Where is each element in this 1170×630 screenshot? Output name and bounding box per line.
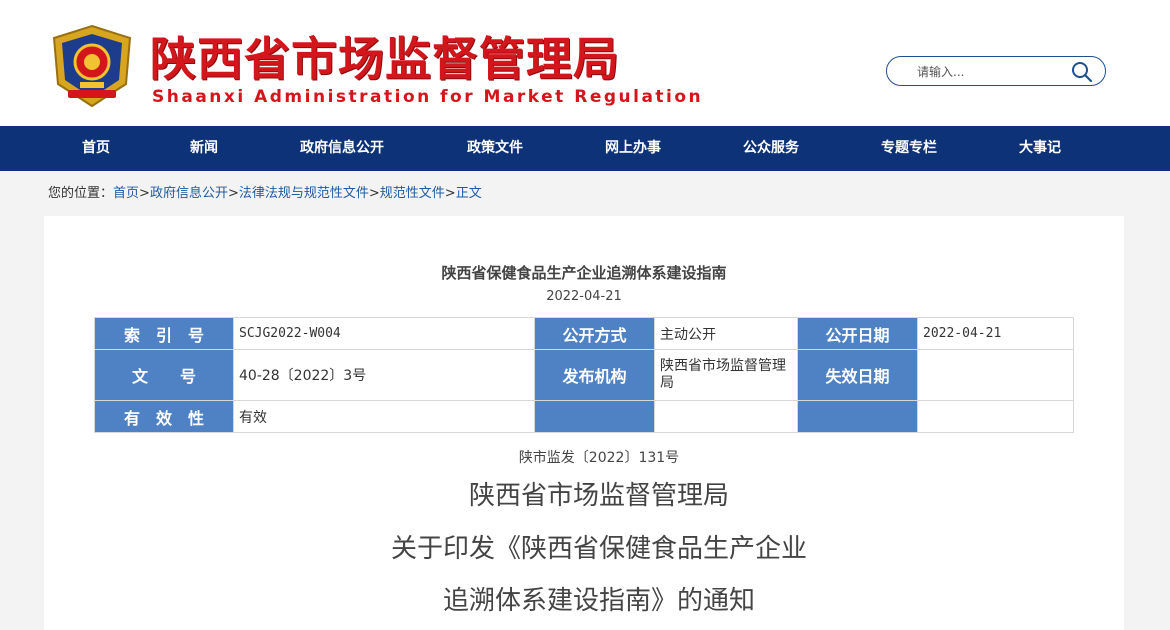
nav-item-special-topics[interactable]: 专题专栏 [881,126,937,171]
search-input[interactable] [915,61,1069,83]
meta-label-index: 索 引 号 [94,317,234,350]
meta-value-doc-number: 40-28〔2022〕3号 [233,349,535,401]
breadcrumb-home[interactable]: 首页 [113,186,139,201]
site-subtitle: Shaanxi Administration for Market Regula… [152,87,704,107]
meta-row: 有 效 性 有效 [94,400,1074,433]
site-header: 陕西省市场监督管理局 Shaanxi Administration for Ma… [0,0,1170,126]
meta-value-publish-mode: 主动公开 [654,317,798,350]
meta-value-issuer: 陕西省市场监督管理局 [654,349,798,401]
article-title: 陕西省保健食品生产企业追溯体系建设指南 [441,264,727,282]
meta-label-doc-number: 文 号 [94,349,234,401]
meta-label-validity: 有 效 性 [94,400,234,433]
notice-heading-line-2: 关于印发《陕西省保健食品生产企业 [390,534,807,564]
meta-label-expiry: 失效日期 [797,349,918,401]
nav-item-gov-info[interactable]: 政府信息公开 [300,126,384,171]
nav-item-chronicle[interactable]: 大事记 [1019,126,1061,171]
meta-row: 文 号 40-28〔2022〕3号 发布机构 陕西省市场监督管理局 失效日期 [94,349,1074,401]
document-number: 陕市监发〔2022〕131号 [518,450,680,466]
article-panel: 陕西省保健食品生产企业追溯体系建设指南 2022-04-21 索 引 号 SCJ… [44,216,1124,630]
search-icon[interactable] [1071,61,1093,83]
meta-value-empty [654,400,798,433]
breadcrumb-gov-info[interactable]: 政府信息公开 [150,186,228,201]
breadcrumb-normative-docs[interactable]: 规范性文件 [380,186,445,201]
breadcrumb: 您的位置：首页>政府信息公开>法律法规与规范性文件>规范性文件>正文 [48,184,482,204]
meta-value-index: SCJG2022-W004 [233,317,535,350]
meta-value-empty [917,400,1074,433]
breadcrumb-laws[interactable]: 法律法规与规范性文件 [239,186,369,201]
meta-row: 索 引 号 SCJG2022-W004 公开方式 主动公开 公开日期 2022-… [94,317,1074,350]
nav-item-news[interactable]: 新闻 [190,126,218,171]
nav-item-online-service[interactable]: 网上办事 [605,126,661,171]
meta-label-publish-date: 公开日期 [797,317,918,350]
nav-item-home[interactable]: 首页 [82,126,110,171]
article-date: 2022-04-21 [546,289,622,304]
document-meta-table: 索 引 号 SCJG2022-W004 公开方式 主动公开 公开日期 2022-… [94,317,1074,433]
breadcrumb-prefix: 您的位置： [48,186,114,201]
nav-item-public-service[interactable]: 公众服务 [743,126,799,171]
main-nav: 首页 新闻 政府信息公开 政策文件 网上办事 公众服务 专题专栏 大事记 [0,126,1170,171]
search-box [886,56,1106,86]
meta-label-issuer: 发布机构 [534,349,655,401]
breadcrumb-separator: > [444,186,456,201]
nav-item-policy[interactable]: 政策文件 [467,126,523,171]
notice-heading-line-3: 追溯体系建设指南》的通知 [442,586,755,616]
meta-value-validity: 有效 [233,400,535,433]
meta-value-expiry [917,349,1074,401]
breadcrumb-separator: > [227,186,239,201]
meta-label-empty [797,400,918,433]
meta-value-publish-date: 2022-04-21 [917,317,1074,350]
site-title[interactable]: 陕西省市场监督管理局 [150,30,620,88]
breadcrumb-separator: > [368,186,380,201]
meta-label-empty [534,400,655,433]
police-emblem-icon[interactable] [50,24,134,108]
meta-label-publish-mode: 公开方式 [534,317,655,350]
notice-heading-line-1: 陕西省市场监督管理局 [468,481,729,511]
breadcrumb-current[interactable]: 正文 [456,186,482,201]
breadcrumb-separator: > [139,186,150,201]
